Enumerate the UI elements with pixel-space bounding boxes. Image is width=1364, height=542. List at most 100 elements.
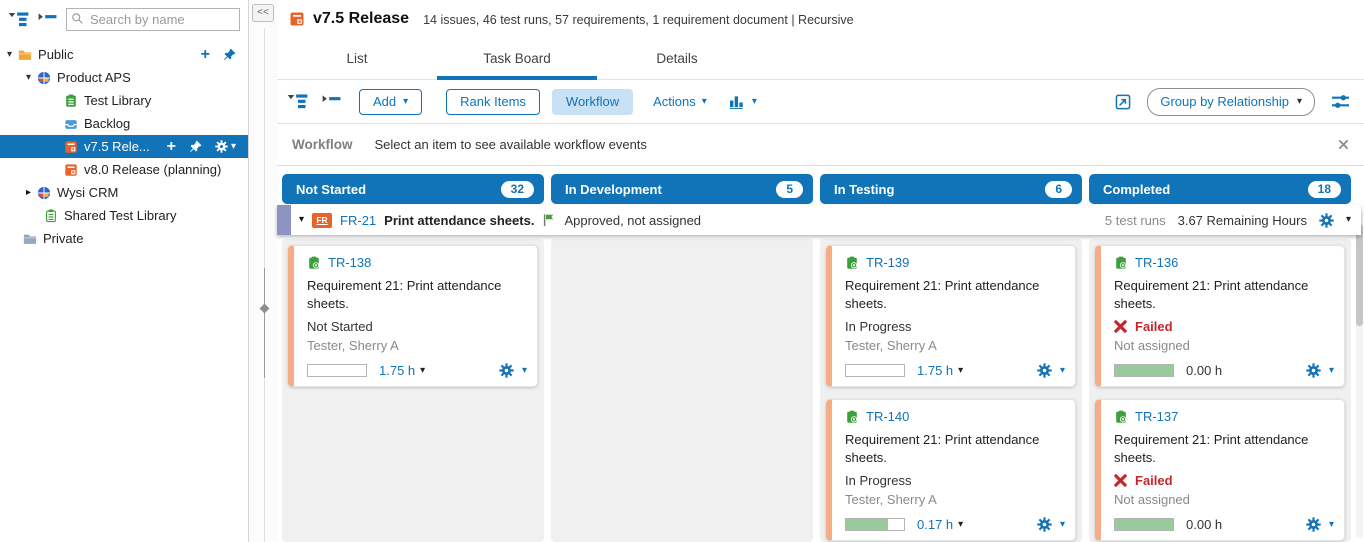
project-tree: ▾ Public + ▾ Product APS Test Library Ba xyxy=(0,37,248,250)
expand-view-icon[interactable] xyxy=(1115,94,1131,110)
expand-all-icon[interactable] xyxy=(287,94,309,109)
workflow-button[interactable]: Workflow xyxy=(552,89,633,115)
vertical-scrollbar xyxy=(1356,212,1363,538)
card-id-link[interactable]: TR-139 xyxy=(866,255,909,270)
sidebar-item-wysi-crm[interactable]: ▸ Wysi CRM xyxy=(0,181,248,204)
caret-down-icon[interactable]: ▾ xyxy=(7,50,12,60)
column-body: TR-136 Requirement 21: Print attendance … xyxy=(1089,239,1351,542)
hours-dropdown[interactable]: 0.17 h ▾ xyxy=(917,517,963,532)
task-card-tr-136[interactable]: TR-136 Requirement 21: Print attendance … xyxy=(1095,245,1345,387)
sidebar: ▾ Public + ▾ Product APS Test Library Ba xyxy=(0,0,249,542)
sidebar-item-private[interactable]: Private xyxy=(0,227,248,250)
collapse-all-icon[interactable] xyxy=(321,94,343,109)
gear-icon[interactable] xyxy=(1306,517,1321,532)
close-icon[interactable] xyxy=(1338,139,1349,150)
hours-dropdown[interactable]: 1.75 h ▾ xyxy=(379,363,425,378)
caret-down-icon: ▾ xyxy=(958,366,963,376)
search-input[interactable] xyxy=(66,8,240,31)
add-button[interactable]: Add ▾ xyxy=(359,89,422,115)
add-icon[interactable]: + xyxy=(201,47,210,63)
group-by-dropdown[interactable]: Group by Relationship ▾ xyxy=(1147,88,1315,116)
rank-items-button[interactable]: Rank Items xyxy=(446,89,540,115)
card-id-link[interactable]: TR-136 xyxy=(1135,255,1178,270)
card-status: In Progress xyxy=(845,319,1065,334)
gear-icon[interactable] xyxy=(215,140,228,153)
column-body: TR-138 Requirement 21: Print attendance … xyxy=(282,239,544,542)
caret-down-icon[interactable]: ▾ xyxy=(1329,520,1334,530)
tree-item-label: v8.0 Release (planning) xyxy=(84,162,221,177)
task-card-tr-139[interactable]: TR-139 Requirement 21: Print attendance … xyxy=(826,245,1076,387)
group-status: Approved, not assigned xyxy=(564,213,701,228)
gear-icon[interactable] xyxy=(1037,363,1052,378)
chart-dropdown[interactable]: ▾ xyxy=(729,94,757,109)
progress-bar xyxy=(845,518,905,531)
caret-down-icon[interactable]: ▾ xyxy=(1329,366,1334,376)
test-library-icon xyxy=(64,94,78,108)
shared-test-library-icon xyxy=(44,209,58,223)
sidebar-item-product-aps[interactable]: ▾ Product APS xyxy=(0,66,248,89)
splitter-grab-line[interactable] xyxy=(264,268,265,378)
card-assignee: Not assigned xyxy=(1114,338,1334,353)
gear-icon[interactable] xyxy=(1306,363,1321,378)
card-id-link[interactable]: TR-140 xyxy=(866,409,909,424)
caret-down-icon[interactable]: ▾ xyxy=(1060,520,1065,530)
progress-fill xyxy=(1115,519,1173,530)
column-title: In Testing xyxy=(834,182,894,197)
column-header: Completed 18 xyxy=(1089,174,1351,204)
backlog-icon xyxy=(64,117,78,131)
group-id-link[interactable]: FR-21 xyxy=(340,213,376,228)
tab-details[interactable]: Details xyxy=(597,38,757,79)
sidebar-collapse-button[interactable]: << xyxy=(252,4,274,22)
progress-fill xyxy=(846,519,888,530)
caret-down-icon[interactable]: ▾ xyxy=(1346,215,1351,225)
column-count-badge: 6 xyxy=(1045,181,1072,198)
card-status-failed: Failed xyxy=(1114,319,1334,334)
caret-down-icon[interactable]: ▾ xyxy=(26,73,31,83)
test-run-icon xyxy=(1114,256,1128,270)
sidebar-item-test-library[interactable]: Test Library xyxy=(0,89,248,112)
gear-icon[interactable] xyxy=(499,363,514,378)
task-board: Not Started 32 TR-138 Requirement 21: Pr… xyxy=(277,166,1364,542)
hours-dropdown[interactable]: 1.75 h ▾ xyxy=(917,363,963,378)
gear-icon[interactable] xyxy=(1037,517,1052,532)
item-settings-dropdown[interactable]: ▾ xyxy=(215,140,236,153)
group-color-bar xyxy=(277,205,291,235)
scrollbar-thumb[interactable] xyxy=(1356,224,1363,326)
workflow-banner-title: Workflow xyxy=(292,137,353,152)
expand-all-icon[interactable] xyxy=(8,12,30,27)
group-row-fr-21[interactable]: ▾ FR FR-21 Print attendance sheets. Appr… xyxy=(277,205,1361,235)
caret-right-icon[interactable]: ▸ xyxy=(26,188,31,198)
column-count-badge: 32 xyxy=(501,181,534,198)
splitter-handle[interactable] xyxy=(260,304,270,314)
card-id-link[interactable]: TR-138 xyxy=(328,255,371,270)
sidebar-item-shared-test-library[interactable]: Shared Test Library xyxy=(0,204,248,227)
sidebar-item-v7-5-release[interactable]: v7.5 Rele... + ▾ xyxy=(0,135,248,158)
pin-icon[interactable] xyxy=(223,48,236,61)
board-settings-icon[interactable] xyxy=(1331,93,1350,110)
task-card-tr-138[interactable]: TR-138 Requirement 21: Print attendance … xyxy=(288,245,538,387)
group-remaining-hours: 3.67 Remaining Hours xyxy=(1178,213,1307,228)
card-id-link[interactable]: TR-137 xyxy=(1135,409,1178,424)
tree-item-label: Shared Test Library xyxy=(64,208,177,223)
add-icon[interactable]: + xyxy=(167,139,176,155)
actions-dropdown[interactable]: Actions ▾ xyxy=(653,94,707,109)
sidebar-item-v8-0-release[interactable]: v8.0 Release (planning) xyxy=(0,158,248,181)
task-card-tr-140[interactable]: TR-140 Requirement 21: Print attendance … xyxy=(826,399,1076,541)
card-status-failed: Failed xyxy=(1114,473,1334,488)
card-title: Requirement 21: Print attendance sheets. xyxy=(1114,431,1334,466)
gear-icon[interactable] xyxy=(1319,213,1334,228)
collapse-all-icon[interactable] xyxy=(37,12,59,27)
caret-down-icon[interactable]: ▾ xyxy=(299,215,304,225)
caret-down-icon[interactable]: ▾ xyxy=(522,366,527,376)
tab-task-board[interactable]: Task Board xyxy=(437,38,597,79)
main-panel: v7.5 Release 14 issues, 46 test runs, 57… xyxy=(277,0,1364,542)
test-run-icon xyxy=(845,410,859,424)
tab-list[interactable]: List xyxy=(277,38,437,79)
panel-splitter: << xyxy=(249,0,277,542)
pin-icon[interactable] xyxy=(189,140,202,153)
tree-item-label: Product APS xyxy=(57,70,131,85)
sidebar-item-backlog[interactable]: Backlog xyxy=(0,112,248,135)
caret-down-icon[interactable]: ▾ xyxy=(1060,366,1065,376)
task-card-tr-137[interactable]: TR-137 Requirement 21: Print attendance … xyxy=(1095,399,1345,541)
sidebar-item-public[interactable]: ▾ Public + xyxy=(0,43,248,66)
